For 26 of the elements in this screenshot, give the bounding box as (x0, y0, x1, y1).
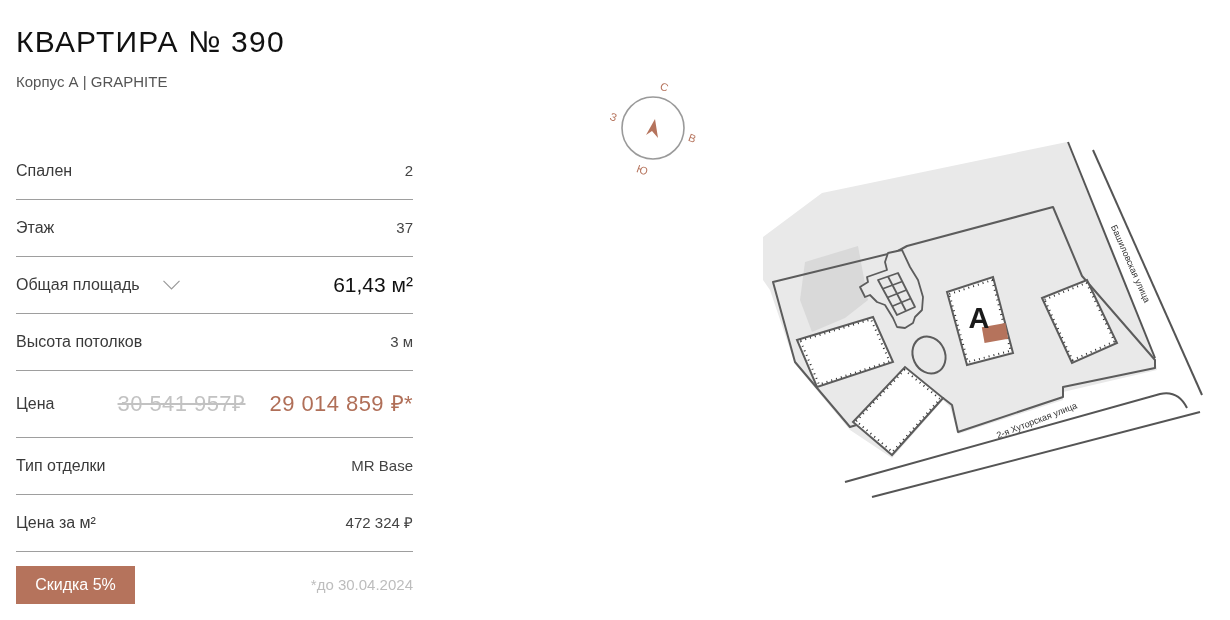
spec-value: 61,43 м² (333, 272, 413, 298)
spec-label: Этаж (16, 218, 55, 238)
spec-label: Высота потолков (16, 332, 143, 352)
spec-value: 3 м (390, 332, 413, 352)
spec-value: 37 (396, 218, 413, 238)
compass-icon (621, 96, 685, 160)
apartment-title: КВАРТИРА № 390 (16, 24, 285, 60)
compass-direction-label: Ю (635, 162, 650, 178)
discount-deadline: *до 30.04.2024 (310, 575, 413, 595)
discounted-price: 29 014 859 ₽* (269, 391, 413, 417)
spec-label: Цена (16, 394, 55, 414)
building-label: А (968, 301, 990, 334)
spec-value: MR Base (351, 456, 413, 476)
spec-value: 472 324 ₽ (345, 513, 413, 533)
compass-direction-label: З (608, 110, 619, 124)
spec-label: Общая площадь (16, 275, 140, 295)
spec-label: Цена за м² (16, 513, 96, 533)
oval-plaza (911, 335, 947, 375)
old-price: 30 541 957₽ (117, 391, 246, 417)
discount-button[interactable]: Скидка 5% (16, 566, 135, 604)
compass-direction-label: С (658, 79, 671, 94)
building-subtitle: Корпус А | GRAPHITE (16, 72, 168, 92)
spec-label: Тип отделки (16, 456, 106, 476)
spec-value: 2 (404, 161, 413, 181)
spec-label: Спален (16, 161, 73, 181)
compass-direction-label: В (686, 131, 698, 145)
